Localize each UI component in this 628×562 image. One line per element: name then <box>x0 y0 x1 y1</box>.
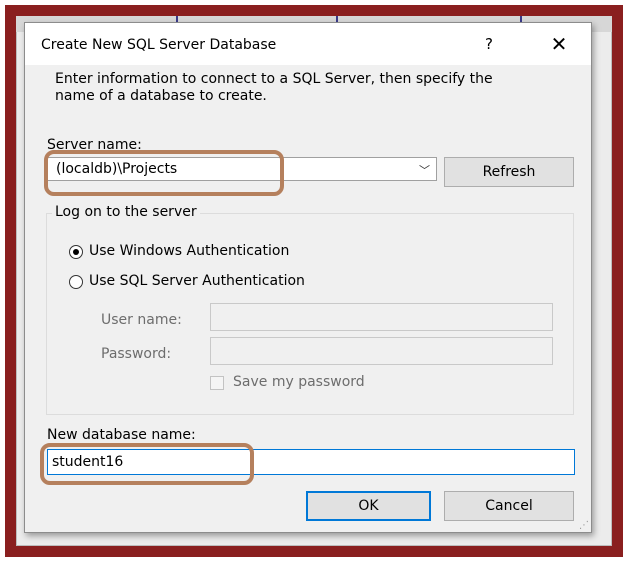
username-input <box>210 303 553 331</box>
server-name-highlight <box>44 150 284 196</box>
instructions-line: name of a database to create. <box>55 88 267 104</box>
close-button[interactable]: ✕ <box>545 32 573 56</box>
ok-button[interactable]: OK <box>306 491 431 521</box>
radio-selected-dot <box>73 249 79 255</box>
help-button[interactable]: ? <box>477 33 501 55</box>
save-password-checkbox <box>210 376 224 390</box>
new-database-name-label: New database name: <box>47 427 196 443</box>
password-label: Password: <box>101 346 172 362</box>
username-label: User name: <box>101 312 182 328</box>
save-password-label: Save my password <box>233 374 365 390</box>
dialog-titlebar: Create New SQL Server Database ? ✕ <box>25 23 591 65</box>
resize-grip-icon[interactable]: ⋰ <box>579 520 589 531</box>
dialog-title: Create New SQL Server Database <box>41 37 277 53</box>
instructions-line: Enter information to connect to a SQL Se… <box>55 71 493 87</box>
instructions-text: Enter information to connect to a SQL Se… <box>55 71 575 105</box>
cancel-button[interactable]: Cancel <box>444 491 574 521</box>
sql-auth-radio[interactable] <box>69 275 83 289</box>
password-input <box>210 337 553 365</box>
windows-auth-radio[interactable] <box>69 245 83 259</box>
chevron-down-icon[interactable]: ﹀ <box>419 162 430 178</box>
sql-auth-label[interactable]: Use SQL Server Authentication <box>89 273 305 289</box>
refresh-button[interactable]: Refresh <box>444 157 574 187</box>
windows-auth-label[interactable]: Use Windows Authentication <box>89 243 289 259</box>
database-name-highlight <box>40 443 254 485</box>
logon-groupbox-legend: Log on to the server <box>52 204 200 220</box>
